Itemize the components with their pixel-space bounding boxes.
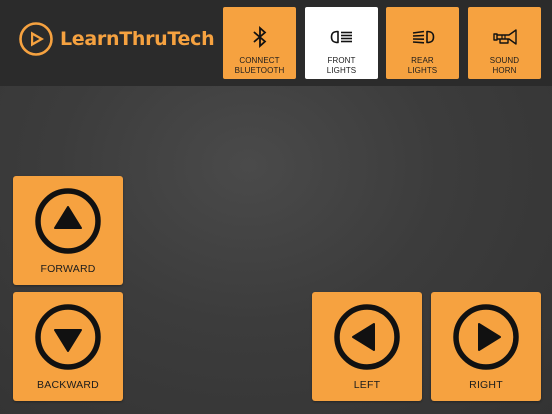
rc-controller-app: LearnThruTech CONNECT BLUETOOTH FRONT LI…	[0, 0, 552, 414]
rear-lights-label: REAR LIGHTS	[407, 56, 438, 75]
arrow-down-icon	[35, 304, 101, 370]
backward-button[interactable]: BACKWARD	[13, 292, 123, 401]
brand-name: LearnThruTech	[60, 28, 215, 50]
front-lights-button[interactable]: FRONT LIGHTS	[305, 7, 378, 79]
rear-lights-button[interactable]: REAR LIGHTS	[386, 7, 459, 79]
right-label: RIGHT	[469, 379, 503, 391]
top-bar: LearnThruTech CONNECT BLUETOOTH FRONT LI…	[0, 0, 552, 86]
sound-horn-button[interactable]: SOUND HORN	[468, 7, 541, 79]
play-logo-icon	[19, 22, 53, 56]
left-button[interactable]: LEFT	[312, 292, 422, 401]
front-lights-label: FRONT LIGHTS	[326, 56, 357, 75]
left-label: LEFT	[353, 379, 381, 391]
backward-label: BACKWARD	[37, 379, 99, 391]
headlight-icon	[330, 30, 352, 44]
bluetooth-icon	[253, 25, 266, 49]
sound-horn-label: SOUND HORN	[489, 56, 520, 75]
forward-button[interactable]: FORWARD	[13, 176, 123, 285]
connect-bluetooth-button[interactable]: CONNECT BLUETOOTH	[223, 7, 296, 79]
arrow-up-icon	[35, 188, 101, 254]
connect-bluetooth-label: CONNECT BLUETOOTH	[234, 56, 285, 75]
horn-icon	[492, 29, 517, 45]
brand-logo: LearnThruTech	[18, 20, 215, 58]
arrow-left-icon	[334, 304, 400, 370]
rear-light-icon	[412, 30, 434, 44]
forward-label: FORWARD	[40, 263, 96, 275]
right-button[interactable]: RIGHT	[431, 292, 541, 401]
arrow-right-icon	[453, 304, 519, 370]
